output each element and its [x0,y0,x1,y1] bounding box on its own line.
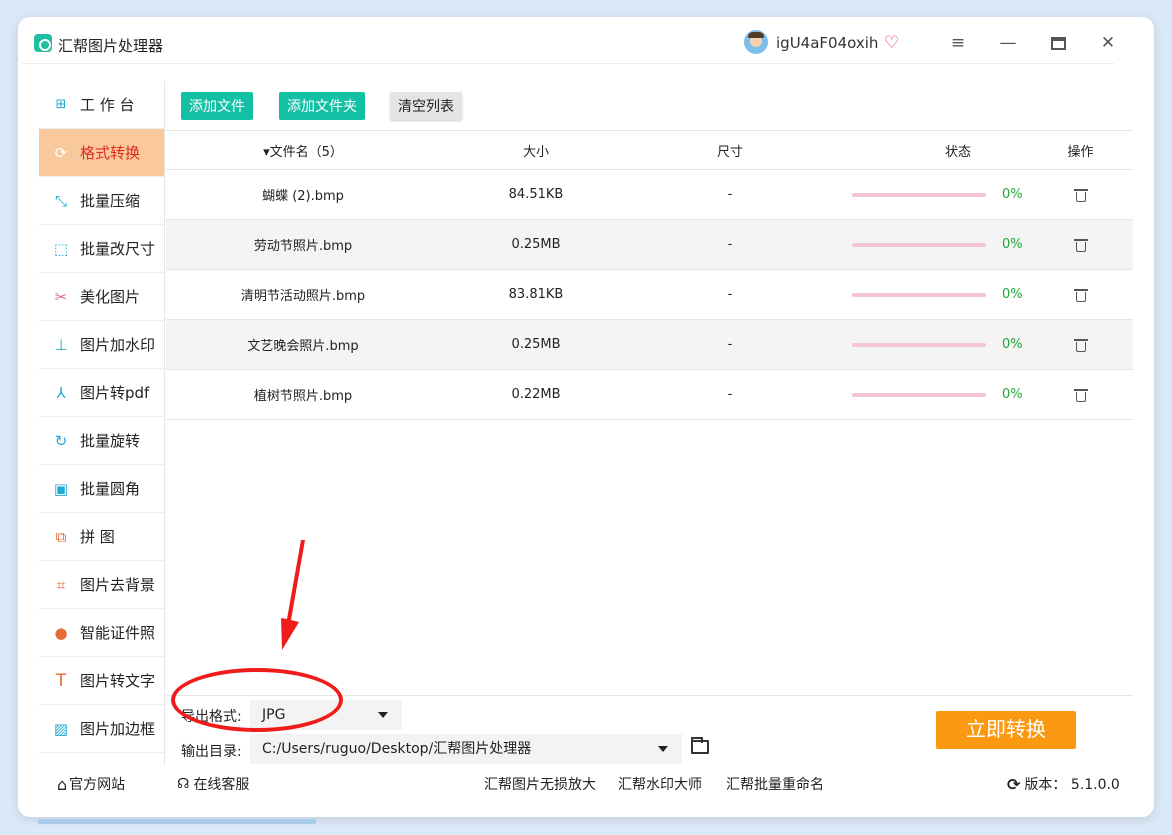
arrow-shape [281,540,305,650]
annotation-circle [171,668,343,732]
